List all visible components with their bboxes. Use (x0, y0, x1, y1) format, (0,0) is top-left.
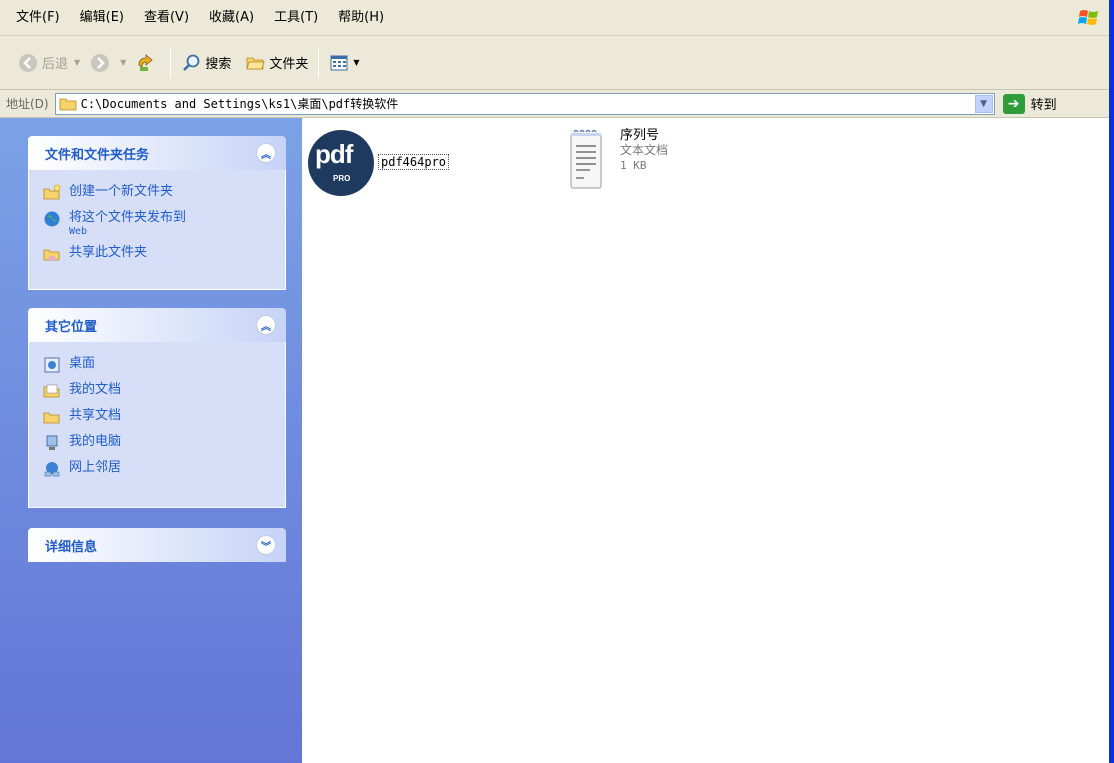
task-label-text: 将这个文件夹发布到 (69, 210, 187, 225)
new-folder-icon (43, 184, 61, 200)
details-title: 详细信息 (45, 539, 98, 555)
menu-tools[interactable]: 工具(T) (264, 0, 328, 36)
place-my-documents[interactable]: 我的文档 (43, 378, 285, 404)
window-border (1109, 0, 1114, 763)
windows-logo-icon (1078, 10, 1098, 25)
menu-help[interactable]: 帮助(H) (328, 0, 394, 36)
desktop-icon (44, 357, 60, 373)
place-my-computer[interactable]: 我的电脑 (43, 430, 285, 456)
collapse-icon[interactable]: ︽ (256, 315, 276, 335)
forward-dropdown-icon[interactable]: ▼ (120, 58, 126, 67)
toolbar-separator (318, 47, 320, 78)
file-name: pdf464pro (378, 154, 450, 170)
file-list: pdf PRO pdf464pro 序列号 文本文档 1 KB (302, 118, 1114, 763)
task-label: 桌面 (69, 356, 96, 371)
task-pane: 文件和文件夹任务 ︽ 创建一个新文件夹 将这个文件夹发布到 Web 共享此文件夹… (0, 118, 302, 763)
place-shared-documents[interactable]: 共享文档 (43, 404, 285, 430)
place-desktop[interactable]: 桌面 (43, 352, 285, 378)
other-places-title: 其它位置 (45, 319, 98, 335)
task-label: 共享此文件夹 (69, 245, 148, 260)
address-dropdown-icon[interactable]: ▼ (974, 94, 993, 113)
task-share-folder[interactable]: 共享此文件夹 (43, 241, 285, 267)
task-label: 我的电脑 (69, 434, 122, 449)
file-item[interactable]: pdf PRO pdf464pro (308, 130, 450, 196)
views-dropdown-icon: ▼ (353, 58, 360, 67)
back-label: 后退 (42, 57, 69, 72)
details-header[interactable]: 详细信息 ︾ (28, 528, 286, 562)
folder-icon (246, 57, 265, 69)
up-arrow-icon (138, 53, 153, 71)
file-type: 文本文档 (620, 143, 669, 157)
task-label: 创建一个新文件夹 (69, 184, 174, 199)
forward-arrow-icon (91, 53, 110, 72)
views-grid-icon (330, 55, 348, 70)
file-size: 1 KB (620, 159, 647, 172)
go-arrow-icon: ➔ (1002, 93, 1025, 114)
place-network[interactable]: 网上邻居 (43, 456, 285, 482)
my-computer-icon (46, 435, 58, 450)
search-button[interactable]: 搜索 (177, 48, 235, 78)
shared-documents-icon (43, 412, 60, 424)
goto-label: 转到 (1030, 98, 1057, 113)
menu-edit[interactable]: 编辑(E) (70, 0, 134, 36)
file-name: 序列号 (620, 128, 660, 143)
back-arrow-icon (19, 53, 37, 72)
folders-label: 文件夹 (269, 57, 309, 72)
other-places-body: 桌面 我的文档 共享文档 我的电脑 网上邻居 (28, 342, 286, 508)
file-tasks-body: 创建一个新文件夹 将这个文件夹发布到 Web 共享此文件夹 (28, 170, 286, 290)
task-label: 将这个文件夹发布到 Web (69, 210, 186, 237)
goto-button[interactable]: ➔ 转到 (1002, 93, 1057, 114)
folders-button[interactable]: 文件夹 (241, 48, 312, 78)
expand-icon[interactable]: ︾ (256, 535, 276, 555)
up-folder-button[interactable] (132, 48, 164, 78)
menu-favorites[interactable]: 收藏(A) (199, 0, 264, 36)
address-label: 地址(D) (6, 97, 49, 111)
back-button[interactable]: 后退 (14, 48, 72, 78)
toolbar: 后退 ▼ ▼ 搜索 文件夹 ▼ (0, 36, 1114, 90)
share-folder-icon (43, 249, 60, 261)
other-places-panel: 其它位置 ︽ 桌面 我的文档 共享文档 我的电脑 网上邻居 (28, 308, 286, 508)
task-publish-web[interactable]: 将这个文件夹发布到 Web (43, 206, 285, 241)
folder-icon (59, 98, 77, 110)
publish-web-icon (44, 211, 60, 227)
file-tasks-title: 文件和文件夹任务 (45, 147, 150, 163)
menu-bar: 文件(F) 编辑(E) 查看(V) 收藏(A) 工具(T) 帮助(H) (0, 0, 1114, 36)
my-documents-icon (43, 384, 60, 398)
pdf-pro-icon: pdf PRO (308, 130, 374, 196)
collapse-icon[interactable]: ︽ (256, 143, 276, 163)
back-dropdown-icon[interactable]: ▼ (74, 58, 80, 67)
address-path: C:\Documents and Settings\ks1\桌面\pdf转换软件 (80, 97, 399, 111)
forward-button[interactable] (86, 48, 118, 78)
other-places-header[interactable]: 其它位置 ︽ (28, 308, 286, 342)
text-document-icon (570, 129, 602, 189)
task-label: 网上邻居 (69, 460, 122, 475)
file-tasks-panel: 文件和文件夹任务 ︽ 创建一个新文件夹 将这个文件夹发布到 Web 共享此文件夹 (28, 136, 286, 290)
task-label-sub: Web (69, 226, 88, 237)
task-label: 我的文档 (69, 382, 122, 397)
task-new-folder[interactable]: 创建一个新文件夹 (43, 180, 285, 206)
network-places-icon (44, 462, 60, 477)
search-label: 搜索 (205, 57, 232, 72)
toolbar-separator (170, 47, 172, 78)
task-label: 共享文档 (69, 408, 122, 423)
menu-file[interactable]: 文件(F) (6, 0, 70, 36)
views-button[interactable]: ▼ (325, 48, 363, 78)
details-panel: 详细信息 ︾ (28, 528, 286, 562)
address-input[interactable]: C:\Documents and Settings\ks1\桌面\pdf转换软件… (54, 92, 995, 115)
file-item[interactable]: 序列号 文本文档 1 KB (568, 128, 668, 190)
menu-view[interactable]: 查看(V) (134, 0, 199, 36)
file-meta: 序列号 文本文档 1 KB (620, 128, 668, 173)
file-tasks-header[interactable]: 文件和文件夹任务 ︽ (28, 136, 286, 170)
search-icon (183, 54, 200, 71)
address-bar: 地址(D) C:\Documents and Settings\ks1\桌面\p… (0, 90, 1114, 118)
